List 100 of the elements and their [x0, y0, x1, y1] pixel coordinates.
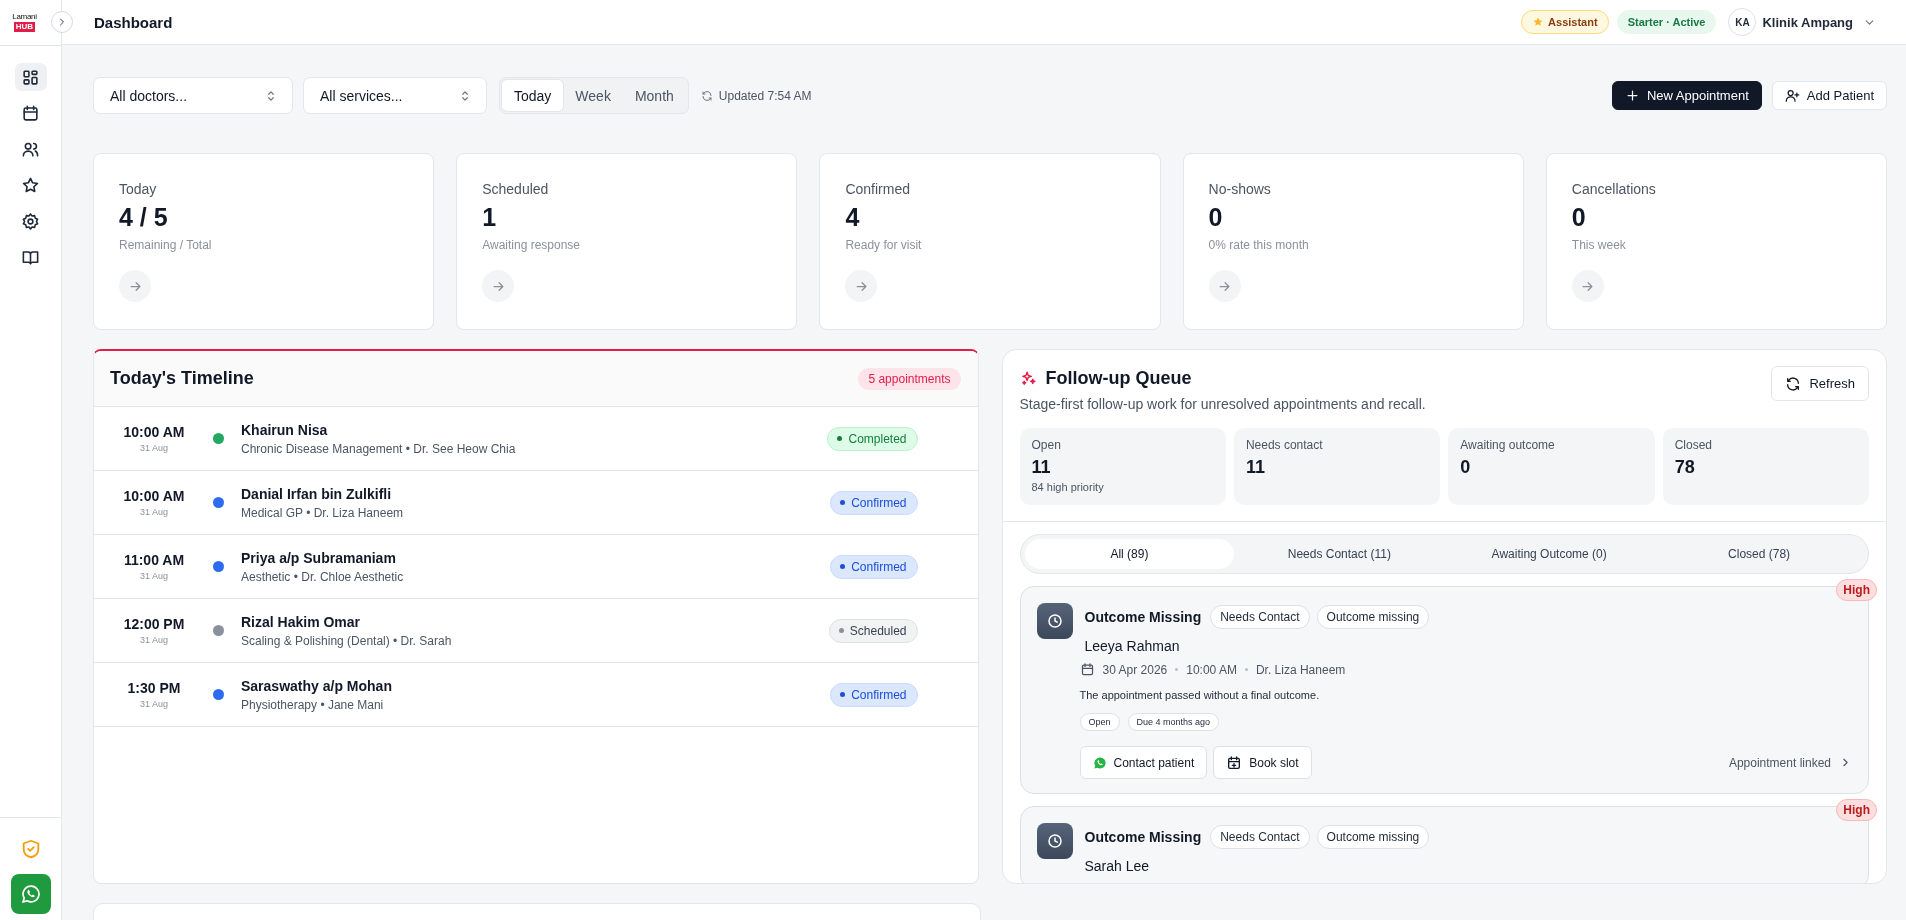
service-select[interactable]: All services... [303, 77, 487, 114]
whatsapp-icon [20, 884, 41, 904]
status-badge: Confirmed [830, 682, 918, 707]
patient-name[interactable]: Leeya Rahman [1084, 638, 1852, 654]
clock-icon [1045, 832, 1064, 850]
status-badge: Confirmed [830, 554, 918, 579]
stat-caption: Ready for visit [845, 238, 923, 252]
stat-label: Cancellations [1571, 181, 1657, 197]
assistant-badge[interactable]: Assistant [1521, 10, 1609, 34]
contact-patient-button[interactable]: Contact patient [1079, 746, 1208, 779]
appointment-date: 31 Aug [140, 443, 168, 453]
summary-label: Open [1031, 438, 1062, 452]
stat-value: 0 [1571, 203, 1587, 232]
clock-icon [1045, 612, 1064, 630]
stat-label: No-shows [1208, 181, 1272, 197]
stat-label: Today [119, 181, 158, 197]
appointment-time: 12:00 PM [123, 616, 185, 632]
filter-tab[interactable]: Needs Contact (11) [1234, 539, 1445, 569]
appointment-details: Medical GP • Dr. Liza Haneem [241, 505, 405, 520]
patient-name[interactable]: Danial Irfan bin Zulkifli [241, 485, 831, 502]
stat-value: 4 [845, 203, 861, 232]
patient-name[interactable]: Rizal Hakim Omar [241, 613, 829, 630]
tag: Needs Contact [1210, 605, 1310, 629]
patient-name[interactable]: Saraswathy a/p Mohan [241, 677, 831, 694]
plus-icon [1624, 88, 1640, 103]
summary-value: 11 [1031, 457, 1052, 478]
followup-message: The appointment passed without a final outcome. [1079, 689, 1321, 701]
status-badge: Confirmed [830, 490, 918, 515]
summary-value: 11 [1245, 457, 1266, 478]
appointment-time: 10:00 AM [1186, 662, 1237, 677]
plan-badge: Starter · Active [1616, 10, 1717, 34]
appointment-time: 1:30 PM [127, 680, 181, 696]
patient-name[interactable]: Priya a/p Subramaniam [241, 549, 831, 566]
period-tab[interactable]: Today [502, 80, 564, 111]
patient-name[interactable]: Sarah Lee [1084, 858, 1852, 874]
calendar-icon [1079, 662, 1095, 677]
calendar-icon [21, 103, 40, 123]
appointment-date: 31 Aug [140, 699, 168, 709]
stat-caption: 0% rate this month [1208, 238, 1310, 252]
tag: Outcome missing [1316, 825, 1430, 849]
settings-icon [21, 211, 40, 231]
period-tab[interactable]: Month [622, 80, 686, 111]
panel-title: Follow-up Queue [1045, 368, 1192, 389]
appointment-date: 30 Apr 2026 [1102, 662, 1168, 677]
page-title: Dashboard [94, 13, 174, 31]
refresh-button[interactable]: Refresh [1771, 366, 1869, 401]
appointment-date: 31 Aug [140, 507, 168, 517]
priority-badge: High [1836, 799, 1877, 821]
new-appointment-button[interactable]: New Appointment [1611, 81, 1762, 110]
appointment-date: 31 Aug [140, 635, 168, 645]
appointment-count-badge: 5 appointments [858, 367, 961, 390]
user-plus-icon [1784, 88, 1800, 103]
doctor-select[interactable]: All doctors... [93, 77, 293, 114]
stat-value: 4 / 5 [119, 203, 169, 232]
filter-tab[interactable]: Awaiting Outcome (0) [1444, 539, 1655, 569]
summary-value: 0 [1460, 457, 1472, 478]
panel-title: Today's Timeline [110, 368, 254, 389]
priority-badge: High [1836, 579, 1877, 601]
appointment-date: 31 Aug [140, 571, 168, 581]
summary-label: Closed [1674, 438, 1713, 452]
stat-caption: This week [1571, 238, 1627, 252]
filter-tab[interactable]: Closed (78) [1654, 539, 1864, 569]
add-patient-button[interactable]: Add Patient [1771, 81, 1887, 110]
calendar-plus-icon [1226, 754, 1243, 771]
appointment-time: 10:00 AM [123, 488, 185, 504]
dashboard-icon [21, 67, 40, 87]
tag: Outcome missing [1316, 605, 1430, 629]
app-logo[interactable]: Lamani HUB [12, 13, 37, 32]
appointment-details: Aesthetic • Dr. Chloe Aesthetic [241, 569, 405, 584]
followup-type: Outcome Missing [1084, 609, 1202, 625]
book-slot-button[interactable]: Book slot [1213, 746, 1312, 779]
summary-value: 78 [1674, 457, 1696, 478]
clinic-name[interactable]: Klinik Ampang [1762, 14, 1853, 30]
patient-name[interactable]: Khairun Nisa [241, 421, 828, 438]
sidebar-nav-item[interactable] [14, 63, 47, 91]
summary-note: 84 high priority [1031, 481, 1105, 493]
tag: Needs Contact [1210, 825, 1310, 849]
star-icon [21, 175, 40, 195]
appointment-linked-link[interactable]: Appointment linked [1728, 755, 1852, 770]
stat-label: Confirmed [845, 181, 911, 197]
stat-caption: Awaiting response [482, 238, 582, 252]
period-tab[interactable]: Week [563, 80, 623, 111]
star-icon [1532, 16, 1545, 28]
status-badge: Scheduled [828, 618, 918, 643]
status-chip: Due 4 months ago [1127, 713, 1220, 731]
appointment-details: Chronic Disease Management • Dr. See Heow Chia [241, 441, 517, 456]
sidebar-toggle-button[interactable] [51, 11, 73, 33]
stat-value: 1 [482, 203, 498, 232]
whatsapp-button[interactable] [10, 874, 51, 914]
summary-label: Awaiting outcome [1460, 438, 1556, 452]
stat-caption: Remaining / Total [119, 238, 213, 252]
stat-label: Scheduled [482, 181, 550, 197]
refresh-icon [1785, 375, 1802, 392]
status-chip: Open [1079, 713, 1120, 731]
sparkle-icon [1019, 370, 1037, 387]
filter-tab[interactable]: All (89) [1024, 539, 1235, 569]
appointment-time: 10:00 AM [123, 424, 185, 440]
whatsapp-icon [1092, 755, 1107, 770]
appointment-details: Physiotherapy • Jane Mani [241, 697, 385, 712]
followup-card[interactable] [1019, 586, 1869, 794]
